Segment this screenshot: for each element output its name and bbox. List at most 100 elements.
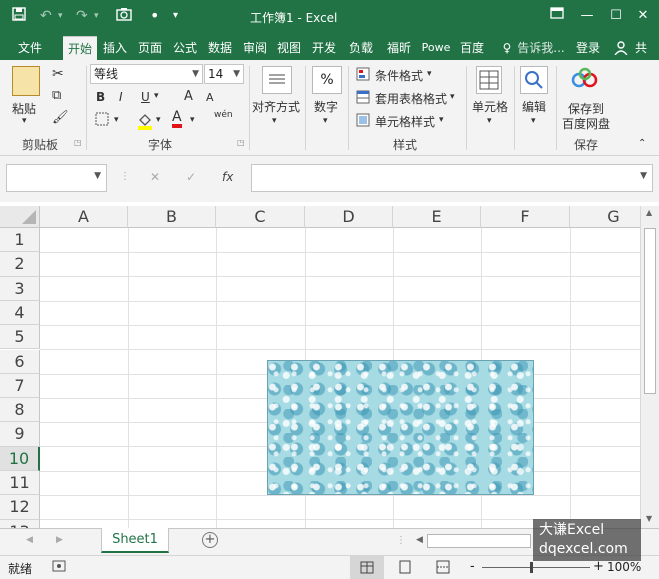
redo-icon[interactable]: ↷ bbox=[76, 7, 88, 25]
row-header[interactable]: 7 bbox=[0, 373, 40, 399]
font-size-select[interactable]: 14 ▼ bbox=[204, 64, 244, 84]
tab-file[interactable]: 文件 bbox=[10, 36, 50, 60]
save-icon[interactable] bbox=[12, 7, 26, 25]
maximize-icon[interactable]: ☐ bbox=[603, 4, 629, 28]
chevron-down-icon[interactable]: ▾ bbox=[272, 116, 277, 126]
zoom-level[interactable]: 100% bbox=[607, 560, 641, 574]
row-header[interactable]: 4 bbox=[0, 300, 40, 326]
dialog-launcher-icon[interactable]: ◳ bbox=[74, 138, 82, 147]
column-header[interactable]: B bbox=[128, 206, 216, 228]
chevron-down-icon[interactable]: ▾ bbox=[156, 115, 161, 125]
tab-home[interactable]: 开始 bbox=[63, 36, 97, 60]
macro-record-icon[interactable] bbox=[52, 560, 66, 577]
column-header[interactable]: E bbox=[393, 206, 481, 228]
undo-icon[interactable]: ↶ bbox=[40, 7, 52, 25]
conditional-format-button[interactable]: 条件格式 bbox=[375, 67, 423, 84]
tab-power[interactable]: Powe bbox=[419, 36, 453, 60]
page-break-view-icon[interactable] bbox=[436, 560, 450, 577]
phonetic-button[interactable]: wén bbox=[214, 110, 233, 120]
row-header[interactable]: 3 bbox=[0, 276, 40, 301]
column-header[interactable]: F bbox=[481, 206, 570, 228]
bold-button[interactable]: B bbox=[96, 90, 105, 104]
chevron-down-icon[interactable]: ▾ bbox=[94, 7, 99, 25]
chevron-down-icon[interactable]: ▾ bbox=[323, 116, 328, 126]
collapse-ribbon-icon[interactable]: ⌃ bbox=[638, 138, 646, 149]
tab-review[interactable]: 审阅 bbox=[240, 36, 270, 60]
add-sheet-button[interactable]: + bbox=[202, 532, 218, 548]
magnifier-icon[interactable] bbox=[520, 66, 548, 94]
tab-view[interactable]: 视图 bbox=[274, 36, 304, 60]
zoom-slider[interactable] bbox=[482, 567, 590, 568]
row-header[interactable]: 11 bbox=[0, 471, 40, 496]
column-header[interactable]: D bbox=[305, 206, 393, 228]
tab-load[interactable]: 负载 bbox=[344, 36, 378, 60]
format-painter-icon[interactable]: 🖌 bbox=[52, 110, 69, 125]
zoom-slider-handle[interactable] bbox=[530, 562, 533, 573]
copy-icon[interactable]: ⧉ bbox=[52, 88, 61, 103]
zoom-in-button[interactable]: + bbox=[593, 559, 604, 574]
chevron-down-icon[interactable]: ▼ bbox=[640, 171, 647, 181]
login-link[interactable]: 登录 bbox=[572, 36, 604, 60]
insert-function-button[interactable]: fx bbox=[222, 170, 233, 184]
column-header[interactable]: C bbox=[216, 206, 305, 228]
scroll-left-icon[interactable]: ◀ bbox=[416, 535, 423, 545]
column-header[interactable]: G bbox=[570, 206, 640, 228]
cells-button[interactable]: 单元格 bbox=[472, 98, 508, 115]
chevron-down-icon[interactable]: ▾ bbox=[487, 116, 492, 126]
horizontal-scroll-thumb[interactable] bbox=[427, 534, 531, 548]
row-header[interactable]: 2 bbox=[0, 252, 40, 277]
alignment-button[interactable]: 对齐方式 bbox=[252, 98, 300, 115]
tab-data[interactable]: 数据 bbox=[204, 36, 236, 60]
customize-icon[interactable]: ▾ bbox=[173, 7, 178, 25]
row-header[interactable]: 6 bbox=[0, 349, 40, 374]
format-as-table-button[interactable]: 套用表格格式 bbox=[375, 90, 447, 107]
next-sheet-icon[interactable]: ▶ bbox=[56, 535, 63, 545]
chevron-down-icon[interactable]: ▾ bbox=[58, 7, 63, 25]
tell-me-input[interactable]: 告诉我... bbox=[514, 36, 568, 60]
minimize-icon[interactable]: — bbox=[574, 4, 600, 28]
tab-baidu[interactable]: 百度 bbox=[456, 36, 488, 60]
border-icon[interactable] bbox=[95, 112, 109, 129]
cell-styles-button[interactable]: 单元格样式 bbox=[375, 113, 435, 130]
name-box[interactable]: ▼ bbox=[6, 164, 107, 192]
align-icon[interactable] bbox=[262, 66, 292, 94]
save-to-baidu-line2[interactable]: 百度网盘 bbox=[562, 115, 610, 132]
editing-button[interactable]: 编辑 bbox=[522, 98, 546, 115]
dialog-launcher-icon[interactable]: ◳ bbox=[237, 138, 245, 147]
page-layout-view-icon[interactable] bbox=[398, 560, 412, 577]
paste-button[interactable]: 粘贴 bbox=[12, 100, 36, 117]
paste-icon[interactable] bbox=[12, 66, 40, 96]
grow-font-button[interactable]: A bbox=[184, 89, 193, 104]
chevron-down-icon[interactable]: ▾ bbox=[450, 92, 455, 102]
normal-view-icon[interactable] bbox=[350, 556, 384, 579]
row-header[interactable]: 13 bbox=[0, 519, 40, 528]
formula-input[interactable]: ▼ bbox=[251, 164, 653, 192]
row-header[interactable]: 1 bbox=[0, 228, 40, 253]
sheet-tab-sheet1[interactable]: Sheet1 bbox=[101, 528, 169, 553]
chevron-down-icon[interactable]: ▾ bbox=[531, 116, 536, 126]
row-header[interactable]: 9 bbox=[0, 422, 40, 447]
worksheet-grid[interactable]: A B C D E F G 1 2 3 4 5 6 7 8 9 10 11 12… bbox=[0, 206, 640, 528]
close-icon[interactable]: ✕ bbox=[630, 4, 656, 28]
row-header[interactable]: 5 bbox=[0, 325, 40, 350]
percent-icon[interactable]: % bbox=[312, 66, 342, 94]
scroll-thumb[interactable] bbox=[644, 228, 656, 394]
vertical-scrollbar[interactable]: ▲ ▼ bbox=[640, 206, 659, 528]
shrink-font-button[interactable]: A bbox=[206, 91, 214, 104]
dot-icon[interactable]: • bbox=[150, 7, 159, 25]
chevron-down-icon[interactable]: ▾ bbox=[22, 116, 27, 126]
underline-button[interactable]: U bbox=[141, 90, 150, 104]
chevron-down-icon[interactable]: ▾ bbox=[190, 115, 195, 125]
share-button[interactable]: 共 bbox=[630, 36, 652, 60]
chevron-down-icon[interactable]: ▼ bbox=[94, 171, 101, 181]
zoom-out-button[interactable]: - bbox=[470, 559, 475, 574]
chevron-down-icon[interactable]: ▾ bbox=[427, 69, 432, 79]
water-drop-picture[interactable] bbox=[267, 360, 534, 495]
tab-page-layout[interactable]: 页面 bbox=[134, 36, 166, 60]
chevron-down-icon[interactable]: ▾ bbox=[114, 115, 119, 125]
ribbon-display-icon[interactable] bbox=[544, 4, 570, 28]
scroll-up-icon[interactable]: ▲ bbox=[646, 208, 652, 217]
fill-color-icon[interactable] bbox=[136, 112, 154, 133]
row-header[interactable]: 8 bbox=[0, 398, 40, 423]
scroll-down-icon[interactable]: ▼ bbox=[646, 514, 652, 523]
